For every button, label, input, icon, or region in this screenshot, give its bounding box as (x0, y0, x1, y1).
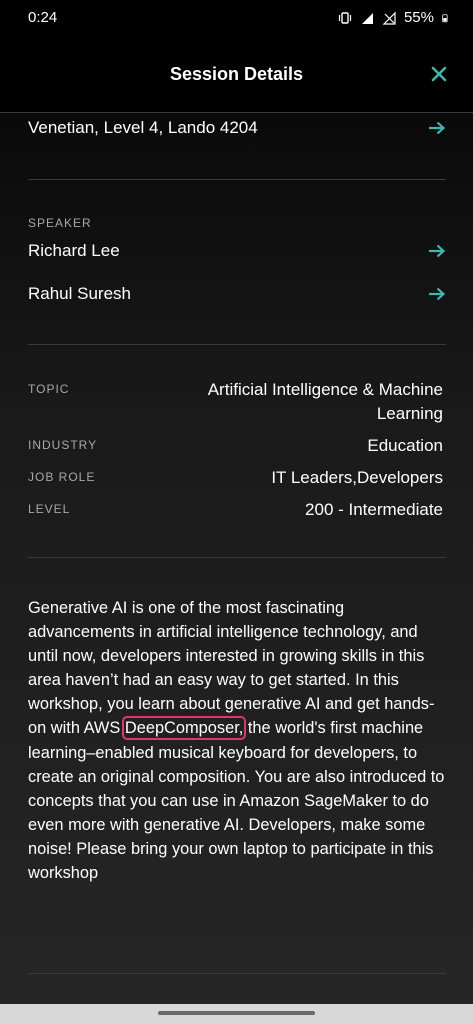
level-label: LEVEL (28, 502, 71, 516)
divider (28, 973, 446, 974)
industry-value: Education (367, 436, 443, 455)
speaker-label: SPEAKER (28, 216, 92, 230)
divider (28, 557, 446, 558)
speaker-row[interactable]: Rahul Suresh (28, 284, 446, 304)
vibrate-icon (338, 11, 352, 24)
location-row[interactable]: Venetian, Level 4, Lando 4204 (28, 118, 446, 138)
divider (28, 344, 446, 345)
battery-icon (442, 13, 448, 22)
description-text: the world's first machine learning–enabl… (28, 719, 445, 883)
topic-value-line: Learning (376, 404, 443, 423)
level-row: LEVEL 200 - Intermediate (28, 498, 443, 522)
highlighted-term: DeepComposer, (121, 716, 247, 741)
navigation-bar (0, 1004, 473, 1024)
close-button[interactable] (425, 60, 453, 88)
topic-label: TOPIC (28, 382, 70, 396)
job-role-row: JOB ROLE IT Leaders,Developers (28, 466, 443, 490)
topic-value-line: Artificial Intelligence & Machine (207, 380, 443, 399)
divider (28, 179, 446, 180)
speaker-name: Richard Lee (28, 241, 120, 260)
speaker-row[interactable]: Richard Lee (28, 241, 446, 261)
industry-label: INDUSTRY (28, 438, 98, 452)
status-icons: 55% (338, 9, 451, 26)
speaker-name: Rahul Suresh (28, 284, 132, 303)
level-value: 200 - Intermediate (305, 500, 443, 519)
arrow-right-icon (429, 244, 446, 258)
lte-signal-icon (361, 12, 373, 24)
industry-row: INDUSTRY Education (28, 434, 443, 458)
location-text: Venetian, Level 4, Lando 4204 (28, 118, 258, 137)
status-time: 0:24 (28, 9, 58, 26)
job-role-label: JOB ROLE (28, 470, 96, 484)
session-details-screen: 0:24 55% Session Details Venetian, Level… (0, 0, 473, 1024)
job-role-value: IT Leaders,Developers (271, 468, 443, 487)
header: Session Details (0, 36, 473, 113)
arrow-right-icon (429, 287, 446, 301)
page-title: Session Details (169, 64, 304, 84)
status-bar: 0:24 55% (0, 0, 473, 36)
battery-percent: 55% (403, 9, 434, 26)
home-handle[interactable] (158, 1011, 315, 1015)
topic-row: TOPIC Artificial Intelligence & Machine … (28, 378, 443, 426)
close-icon (431, 66, 447, 82)
description-text: Generative AI is one of the most fascina… (28, 599, 435, 738)
arrow-right-icon (429, 121, 446, 135)
topic-value: Artificial Intelligence & Machine Learni… (208, 378, 443, 426)
session-description: Generative AI is one of the most fascina… (28, 596, 448, 885)
no-signal-icon (382, 11, 396, 25)
